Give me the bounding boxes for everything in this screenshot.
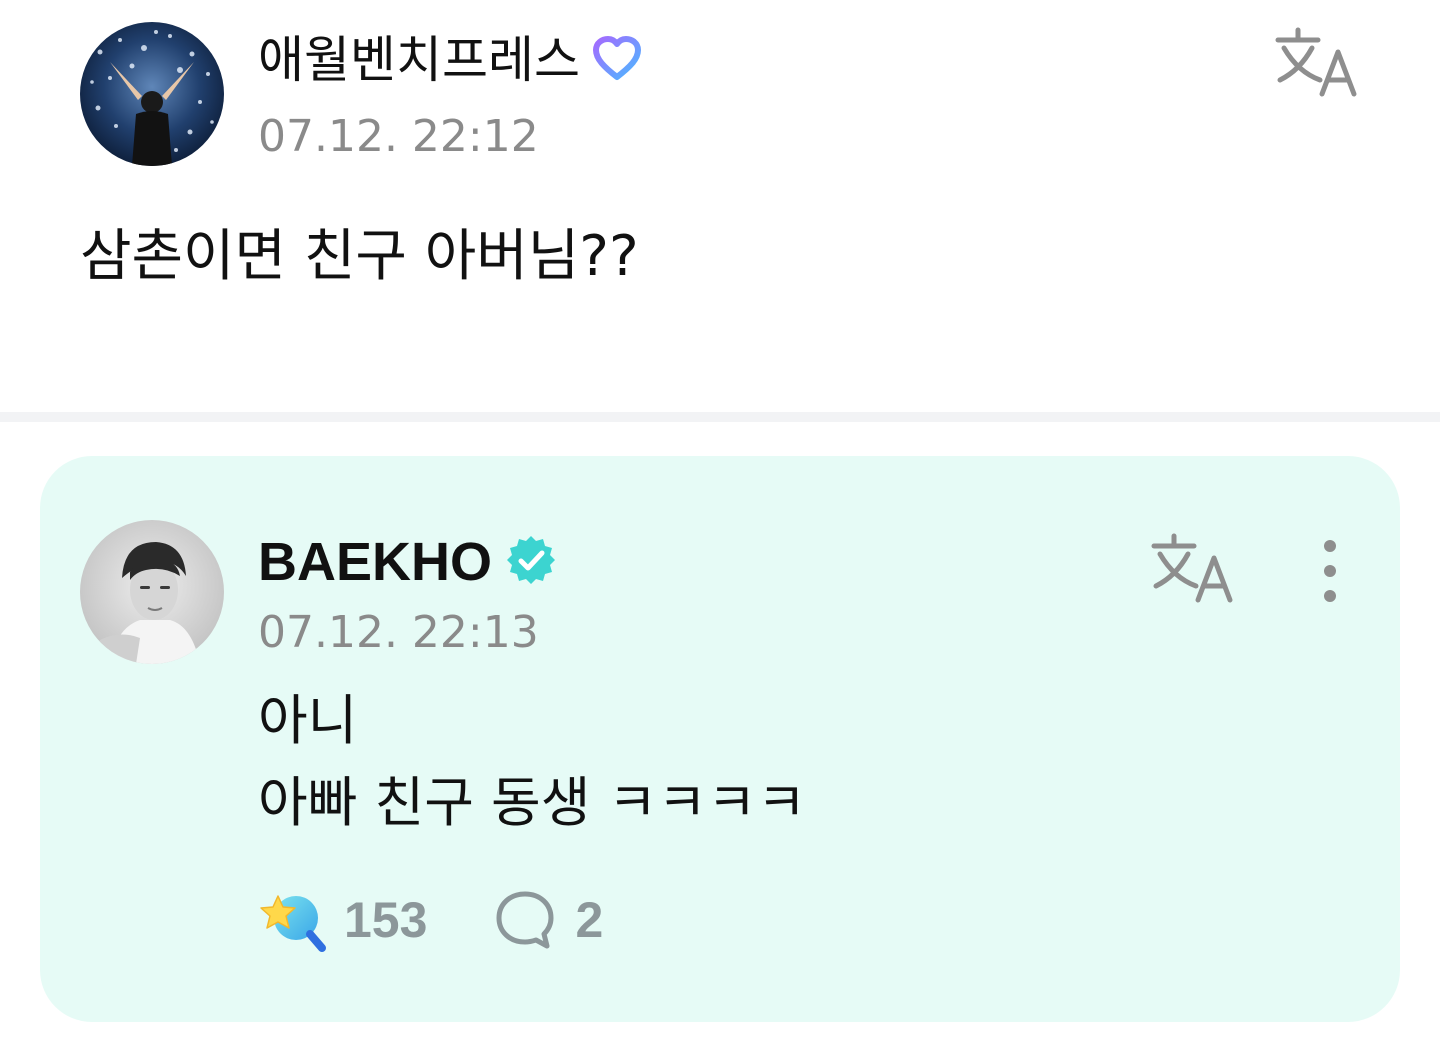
comment-bubble-icon <box>496 891 554 949</box>
verified-badge-icon <box>504 533 558 587</box>
section-divider <box>0 412 1440 422</box>
artist-username-text[interactable]: BAEKHO <box>258 532 492 592</box>
fan-post: 애월벤치프레스 07.12. 22:12 삼촌이면 친구 아버님?? <box>0 0 1440 412</box>
translate-icon <box>1151 533 1233 603</box>
comment-button[interactable]: 2 <box>493 888 603 952</box>
fan-username[interactable]: 애월벤치프레스 <box>258 30 644 91</box>
fan-membership-badge-icon <box>590 33 644 87</box>
artist-avatar[interactable] <box>80 520 224 664</box>
more-options-button[interactable] <box>1306 536 1354 606</box>
reply-text-line: 아빠 친구 동생 ㅋㅋㅋㅋ <box>258 771 807 834</box>
reply-translate-button[interactable] <box>1148 532 1238 604</box>
fan-username-text[interactable]: 애월벤치프레스 <box>258 31 580 89</box>
reaction-bar: 153 2 <box>258 888 603 952</box>
fan-post-text: 삼촌이면 친구 아버님?? <box>80 224 639 289</box>
artist-reply-card: BAEKHO 07.12. 22:13 아니 아빠 친구 동생 ㅋㅋㅋㅋ 153… <box>40 456 1400 1022</box>
star-wand-like-icon <box>260 895 326 952</box>
like-count: 153 <box>344 892 428 948</box>
comment-count: 2 <box>575 892 604 948</box>
artist-reply-timestamp: 07.12. 22:13 <box>258 607 539 658</box>
translate-button[interactable] <box>1272 26 1362 98</box>
artist-username[interactable]: BAEKHO <box>258 532 558 593</box>
reply-text-line: 아니 <box>258 689 358 752</box>
comment-thread: 애월벤치프레스 07.12. 22:12 삼촌이면 친구 아버님?? BAEKH… <box>0 0 1440 1049</box>
fan-post-timestamp: 07.12. 22:12 <box>258 111 539 162</box>
like-button[interactable]: 153 <box>258 888 427 952</box>
more-vertical-icon <box>1324 540 1336 602</box>
translate-icon <box>1275 27 1357 97</box>
fan-avatar[interactable] <box>80 22 224 166</box>
